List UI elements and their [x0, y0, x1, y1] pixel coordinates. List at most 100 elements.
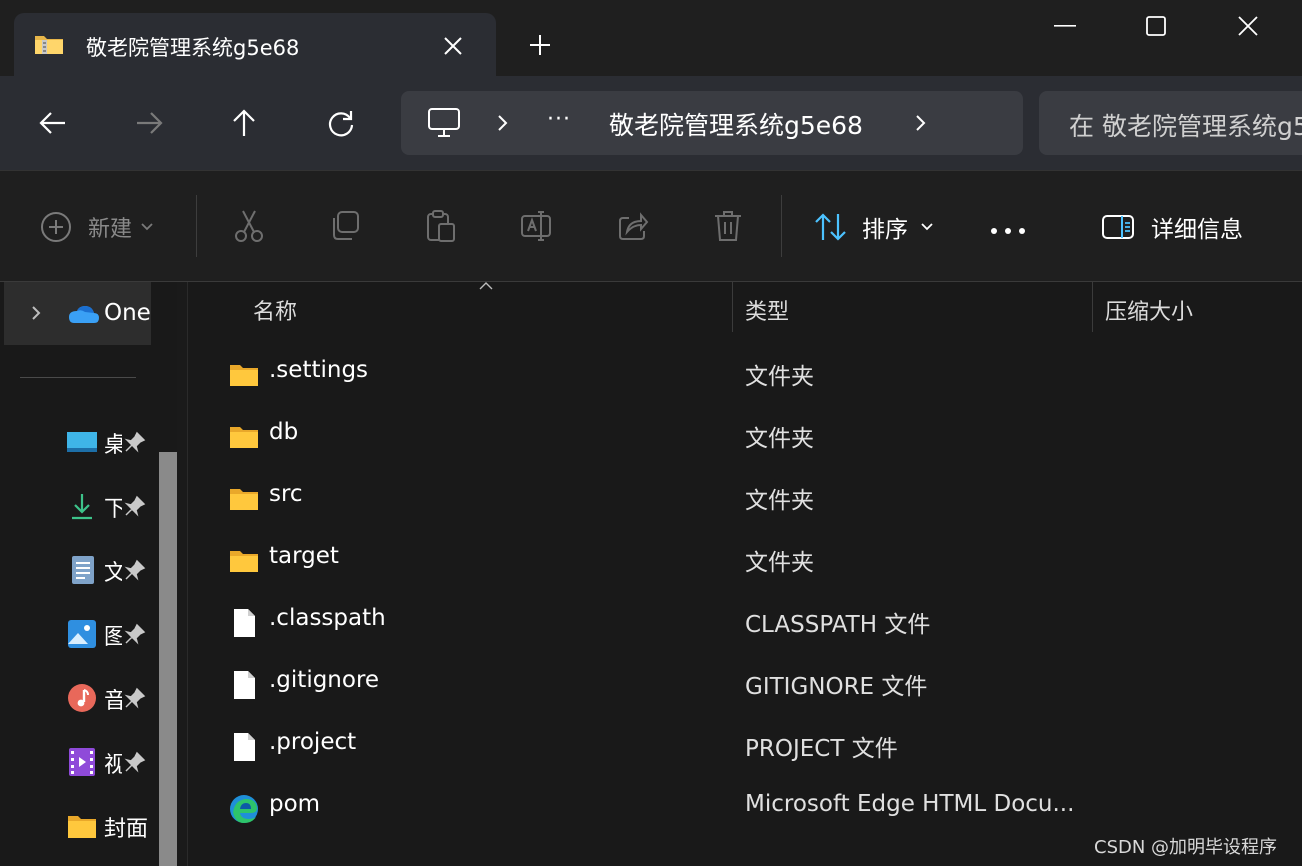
close-window-button[interactable] [1225, 10, 1271, 42]
file-type: 文件夹 [745, 364, 814, 390]
details-pane-label: 详细信息 [1151, 217, 1243, 243]
arrow-left-icon [39, 112, 65, 134]
pictures-icon [68, 620, 96, 648]
file-name: db [269, 419, 299, 445]
sidebar-item-onedrive[interactable]: OneDrive [4, 282, 152, 345]
table-row[interactable]: src 文件夹 [189, 466, 1302, 528]
delete-icon[interactable] [712, 209, 744, 243]
desktop-icon [67, 432, 97, 452]
sidebar-item-music[interactable]: 音乐 [62, 680, 154, 716]
file-type: 文件夹 [745, 550, 814, 576]
sort-icon [815, 213, 846, 241]
pin-icon[interactable] [124, 751, 146, 773]
download-icon [72, 494, 92, 520]
paste-icon[interactable] [425, 209, 457, 243]
new-button-label: 新建 [88, 217, 133, 242]
search-placeholder[interactable]: 在 敬老院管理系统g5e68 中搜索 [1069, 107, 1302, 143]
sidebar-item-folder[interactable]: 封面 [62, 808, 154, 844]
tab-current[interactable]: 敬老院管理系统g5e68 [14, 13, 496, 76]
breadcrumb-current[interactable]: 敬老院管理系统g5e68 [609, 106, 863, 142]
divider [20, 377, 136, 378]
share-icon[interactable] [617, 209, 649, 243]
file-list: 名称 类型 压缩大小 .settings 文件夹 db 文件夹 src 文件夹 [189, 282, 1302, 866]
chevron-right-icon[interactable] [495, 111, 511, 135]
sort-button[interactable]: 排序 [814, 207, 934, 247]
table-row[interactable]: .gitignore GITIGNORE 文件 [189, 652, 1302, 714]
arrow-right-icon [137, 112, 163, 134]
sidebar-item-pictures[interactable]: 图片 [62, 616, 154, 652]
pin-icon[interactable] [124, 431, 146, 453]
sidebar-item-desktop[interactable]: 桌面 [62, 424, 154, 460]
close-icon [1238, 16, 1258, 36]
file-type: PROJECT 文件 [745, 736, 898, 762]
up-button[interactable] [227, 106, 261, 140]
pane-splitter[interactable] [177, 282, 188, 866]
documents-icon [72, 556, 94, 584]
pin-icon[interactable] [124, 559, 146, 581]
title-bar: 敬老院管理系统g5e68 [0, 0, 1302, 76]
minimize-icon [1054, 25, 1076, 27]
cut-icon[interactable] [233, 209, 265, 243]
edge-icon [230, 795, 258, 823]
file-type: 文件夹 [745, 426, 814, 452]
column-header-type[interactable]: 类型 [745, 294, 789, 346]
pin-icon[interactable] [124, 495, 146, 517]
sort-button-label: 排序 [862, 217, 908, 243]
folder-icon [230, 365, 258, 386]
sidebar-item-downloads[interactable]: 下载 [62, 488, 154, 524]
column-header-name[interactable]: 名称 [253, 294, 297, 346]
music-icon [68, 684, 96, 712]
zip-folder-icon [35, 36, 63, 54]
back-button[interactable] [36, 106, 70, 140]
file-explorer-window: 敬老院管理系统g5e68 ··· 敬老院管理系统g5e68 在 敬老院管理系统g… [0, 0, 1302, 866]
sidebar-item-label: OneDrive [104, 300, 152, 326]
copy-icon[interactable] [329, 209, 361, 243]
file-name: .classpath [269, 605, 386, 631]
folder-icon [68, 816, 96, 838]
new-tab-icon[interactable] [528, 33, 552, 57]
chevron-right-icon[interactable] [913, 111, 929, 135]
separator [781, 195, 782, 257]
column-divider[interactable] [732, 282, 733, 332]
table-row[interactable]: target 文件夹 [189, 528, 1302, 590]
new-button[interactable]: 新建 [40, 207, 154, 247]
more-options-button[interactable] [990, 211, 1026, 251]
sidebar-item-documents[interactable]: 文档 [62, 552, 154, 588]
onedrive-cloud-icon [69, 306, 99, 323]
table-row[interactable]: db 文件夹 [189, 404, 1302, 466]
sidebar-item-label: 封面 [104, 817, 149, 842]
pin-icon[interactable] [124, 687, 146, 709]
address-bar[interactable]: ··· 敬老院管理系统g5e68 [401, 91, 1023, 155]
column-divider[interactable] [1092, 282, 1093, 332]
folder-icon [230, 551, 258, 572]
sidebar-scrollbar[interactable] [159, 452, 177, 866]
file-type: CLASSPATH 文件 [745, 612, 931, 638]
table-row[interactable]: .settings 文件夹 [189, 342, 1302, 404]
command-bar: 新建 排序 详细信息 [0, 170, 1302, 282]
maximize-icon [1146, 16, 1166, 36]
table-row[interactable]: .project PROJECT 文件 [189, 714, 1302, 776]
minimize-button[interactable] [1042, 10, 1088, 42]
tab-title: 敬老院管理系统g5e68 [86, 36, 300, 60]
navigation-pane: OneDrive 桌面 下载 文档 [0, 282, 188, 866]
chevron-right-icon[interactable] [30, 304, 42, 322]
navigation-bar: ··· 敬老院管理系统g5e68 在 敬老院管理系统g5e68 中搜索 [0, 76, 1302, 170]
watermark-text: CSDN @加明毕设程序 [1094, 837, 1278, 858]
pin-icon[interactable] [124, 623, 146, 645]
file-name: .project [269, 729, 357, 755]
details-pane-button[interactable]: 详细信息 [1101, 207, 1243, 247]
this-pc-icon[interactable] [427, 107, 461, 139]
table-row[interactable]: .classpath CLASSPATH 文件 [189, 590, 1302, 652]
forward-button[interactable] [132, 106, 166, 140]
sidebar-item-videos[interactable]: 视频 [62, 744, 154, 780]
path-overflow-button[interactable]: ··· [547, 107, 571, 132]
table-row[interactable]: pom Microsoft Edge HTML Docu... [189, 776, 1302, 838]
refresh-button[interactable] [324, 106, 358, 140]
file-icon [234, 609, 255, 637]
rename-icon[interactable] [520, 209, 552, 243]
search-box[interactable]: 在 敬老院管理系统g5e68 中搜索 [1039, 91, 1302, 155]
maximize-button[interactable] [1133, 10, 1179, 42]
close-tab-icon[interactable] [442, 35, 464, 57]
column-header-compressed-size[interactable]: 压缩大小 [1105, 294, 1193, 346]
file-name: .settings [269, 357, 369, 383]
